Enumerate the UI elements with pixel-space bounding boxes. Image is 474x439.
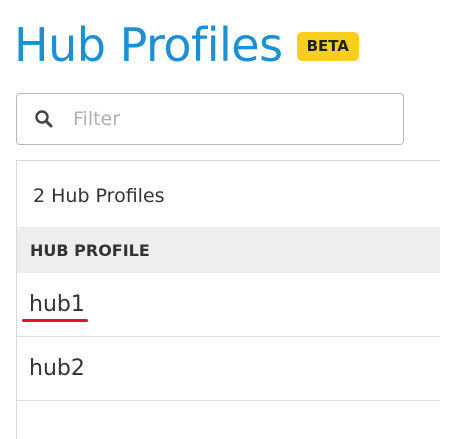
table-header: HUB PROFILE <box>17 227 440 273</box>
hub-profiles-panel: 2 Hub Profiles HUB PROFILE hub1 hub2 <box>16 160 440 439</box>
table-row[interactable]: hub2 <box>17 337 440 401</box>
filter-input[interactable] <box>71 107 375 131</box>
column-header-hub-profile[interactable]: HUB PROFILE <box>30 241 150 260</box>
page-header: Hub Profiles BETA <box>14 12 359 78</box>
filter-box[interactable] <box>16 93 404 145</box>
profile-count: 2 Hub Profiles <box>33 185 165 207</box>
hub-profile-link[interactable]: hub1 <box>29 292 85 317</box>
page-title: Hub Profiles <box>14 18 283 72</box>
beta-badge: BETA <box>296 31 359 61</box>
hub-profile-link[interactable]: hub2 <box>29 356 85 381</box>
table-row[interactable]: hub1 <box>17 273 440 337</box>
search-icon <box>31 106 57 132</box>
highlight-underline <box>22 319 88 322</box>
